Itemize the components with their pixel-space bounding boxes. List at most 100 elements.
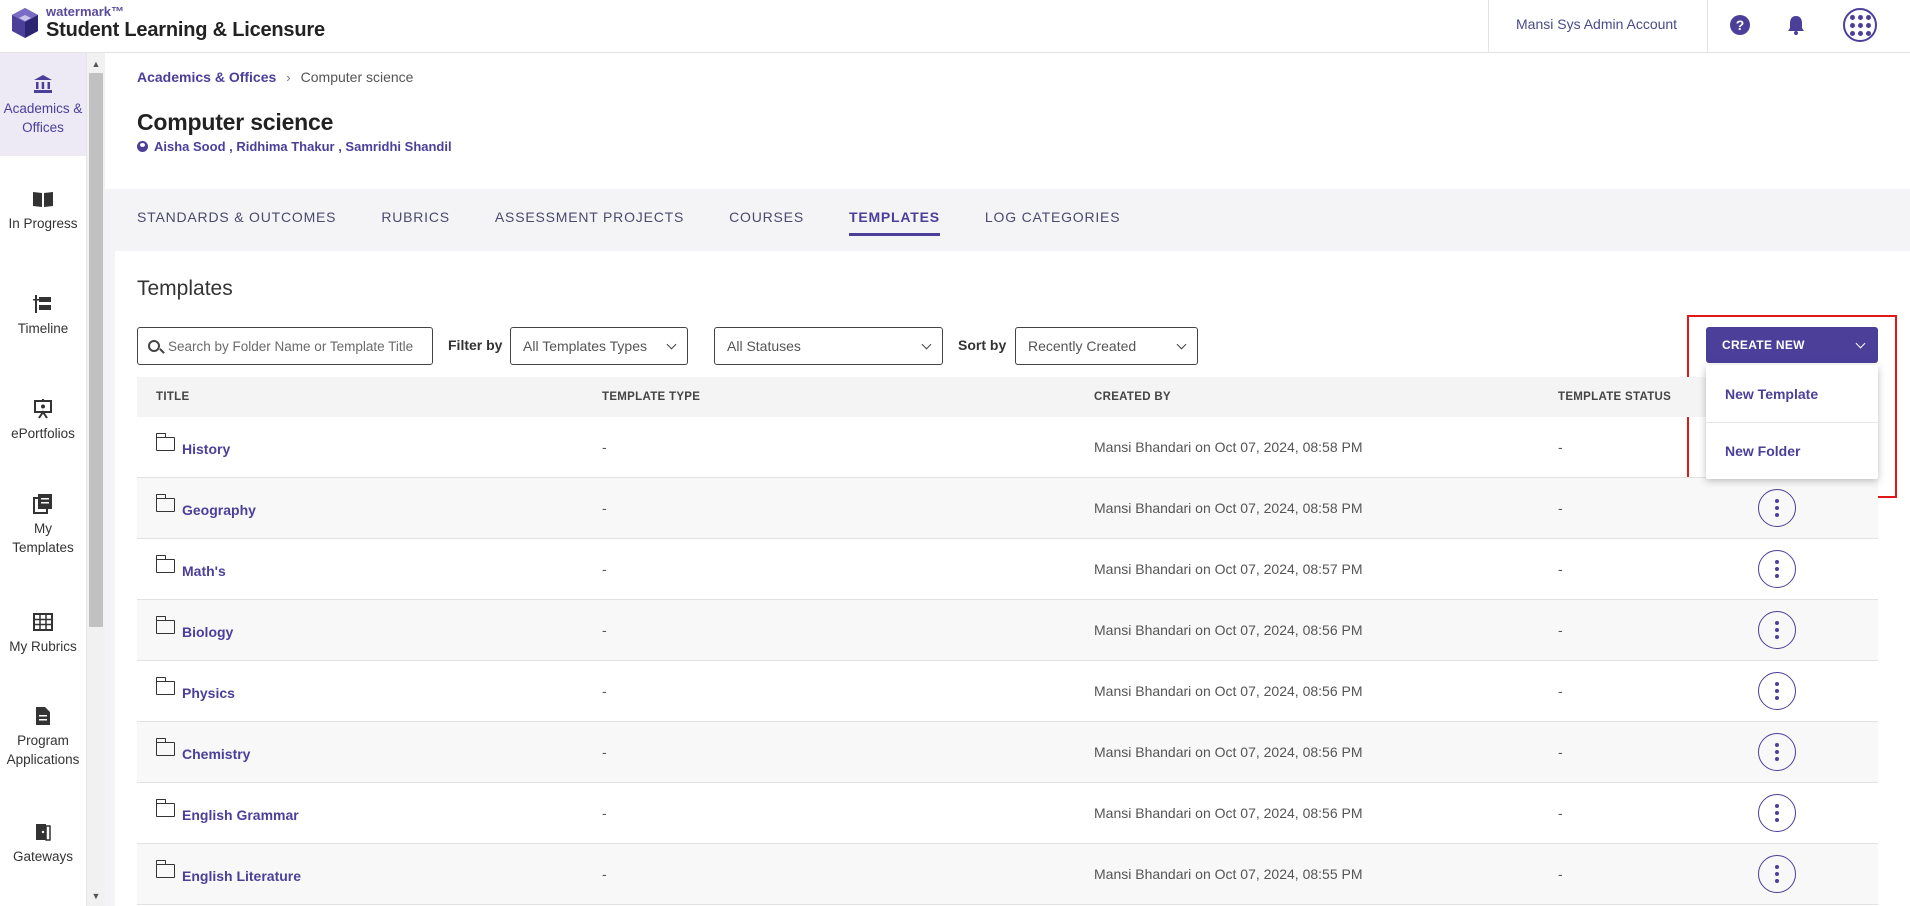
- folder-link[interactable]: Physics: [182, 685, 235, 701]
- created-by-cell: Mansi Bhandari on Oct 07, 2024, 08:56 PM: [1094, 805, 1363, 821]
- section-tabs: STANDARDS & OUTCOMES RUBRICS ASSESSMENT …: [137, 209, 1165, 236]
- folder-link[interactable]: Chemistry: [182, 746, 250, 762]
- help-icon: ?: [1730, 15, 1750, 35]
- sidebar-item-my-templates[interactable]: My Templates: [0, 493, 86, 557]
- create-new-button[interactable]: CREATE NEW: [1706, 327, 1878, 363]
- created-by-cell: Mansi Bhandari on Oct 07, 2024, 08:55 PM: [1094, 866, 1363, 882]
- more-options-icon[interactable]: [1758, 794, 1796, 832]
- scroll-up-arrow-icon[interactable]: ▲: [90, 58, 102, 70]
- institution-icon: [32, 73, 54, 95]
- menu-item-new-folder[interactable]: New Folder: [1706, 422, 1878, 479]
- app-logo[interactable]: watermark™ Student Learning & Licensure: [10, 5, 325, 40]
- template-status-cell: -: [1558, 805, 1563, 821]
- breadcrumb-separator: ›: [286, 69, 291, 85]
- template-type-cell: -: [602, 744, 607, 760]
- sidebar-item-timeline[interactable]: Timeline: [0, 293, 86, 338]
- table-body: History - Mansi Bhandari on Oct 07, 2024…: [137, 417, 1878, 905]
- more-options-icon[interactable]: [1758, 611, 1796, 649]
- tab-courses[interactable]: COURSES: [729, 209, 804, 236]
- sidebar-item-label: Gateways: [12, 849, 74, 864]
- sidebar-item-gateways[interactable]: Gateways: [0, 821, 86, 866]
- main-content: Academics & Offices › Computer science C…: [105, 53, 1910, 906]
- template-type-cell: -: [602, 500, 607, 516]
- folder-icon: [155, 799, 175, 817]
- scroll-down-arrow-icon[interactable]: ▼: [90, 890, 102, 902]
- sidebar-nav: Academics & Offices In Progress Timeline…: [0, 53, 87, 906]
- sort-label: Sort by: [958, 337, 1007, 353]
- filter-label: Filter by: [448, 337, 503, 353]
- tab-log-categories[interactable]: LOG CATEGORIES: [985, 209, 1120, 236]
- create-new-menu: New Template New Folder: [1706, 365, 1878, 479]
- sort-select[interactable]: Recently Created: [1015, 327, 1198, 365]
- table-row: Biology - Mansi Bhandari on Oct 07, 2024…: [137, 600, 1878, 661]
- table-row: Chemistry - Mansi Bhandari on Oct 07, 20…: [137, 722, 1878, 783]
- book-open-icon: [32, 188, 54, 210]
- folder-link[interactable]: English Literature: [182, 868, 301, 884]
- divider: [1488, 0, 1489, 53]
- tab-assessment-projects[interactable]: ASSESSMENT PROJECTS: [495, 209, 684, 236]
- watermark-logo-icon: [10, 6, 40, 40]
- owners-names[interactable]: Aisha Sood , Ridhima Thakur , Samridhi S…: [154, 139, 452, 154]
- status-filter-value: All Statuses: [727, 338, 801, 354]
- folder-link[interactable]: Math's: [182, 563, 226, 579]
- column-header-title: TITLE: [156, 391, 190, 403]
- sidebar-item-label: Program Applications: [6, 733, 80, 767]
- door-icon: [32, 821, 54, 843]
- sidebar-item-eportfolios[interactable]: ePortfolios: [0, 398, 86, 443]
- search-icon: [148, 340, 160, 352]
- sidebar-item-my-rubrics[interactable]: My Rubrics: [0, 611, 86, 656]
- table-row: Math's - Mansi Bhandari on Oct 07, 2024,…: [137, 539, 1878, 600]
- folder-icon: [155, 616, 175, 634]
- template-status-cell: -: [1558, 744, 1563, 760]
- sidebar-item-label: Academics & Offices: [3, 101, 83, 135]
- folder-icon: [155, 555, 175, 573]
- folder-link[interactable]: Geography: [182, 502, 256, 518]
- template-status-cell: -: [1558, 866, 1563, 882]
- template-type-filter[interactable]: All Templates Types: [510, 327, 688, 365]
- folder-icon: [155, 860, 175, 878]
- user-circle-icon: [137, 141, 148, 152]
- more-options-icon[interactable]: [1758, 489, 1796, 527]
- search-input[interactable]: [168, 338, 418, 354]
- table-row: Physics - Mansi Bhandari on Oct 07, 2024…: [137, 661, 1878, 722]
- brand-small-text: watermark™: [46, 4, 125, 19]
- more-options-icon[interactable]: [1758, 672, 1796, 710]
- more-options-icon[interactable]: [1758, 855, 1796, 893]
- folder-link[interactable]: English Grammar: [182, 807, 299, 823]
- status-filter[interactable]: All Statuses: [714, 327, 943, 365]
- folder-icon: [155, 677, 175, 695]
- folder-link[interactable]: History: [182, 441, 230, 457]
- brand-name: Student Learning & Licensure: [46, 19, 325, 41]
- created-by-cell: Mansi Bhandari on Oct 07, 2024, 08:56 PM: [1094, 683, 1363, 699]
- template-type-cell: -: [602, 866, 607, 882]
- templates-icon: [32, 493, 54, 515]
- template-type-cell: -: [602, 683, 607, 699]
- menu-item-new-template[interactable]: New Template: [1706, 365, 1878, 422]
- sidebar-item-academics-offices[interactable]: Academics & Offices: [0, 53, 86, 156]
- help-button[interactable]: ?: [1727, 12, 1753, 38]
- sidebar-item-label: ePortfolios: [11, 426, 75, 441]
- breadcrumb-link-academics[interactable]: Academics & Offices: [137, 69, 276, 85]
- apps-menu-button[interactable]: [1843, 8, 1877, 42]
- sidebar-scroll-thumb[interactable]: [89, 73, 103, 627]
- column-header-created-by: CREATED BY: [1094, 391, 1171, 403]
- apps-grid-icon: [1843, 8, 1877, 42]
- tab-templates[interactable]: TEMPLATES: [848, 209, 940, 236]
- tab-rubrics[interactable]: RUBRICS: [381, 209, 450, 236]
- tab-standards-outcomes[interactable]: STANDARDS & OUTCOMES: [137, 209, 336, 236]
- sidebar-item-in-progress[interactable]: In Progress: [0, 188, 86, 233]
- table-row: English Literature - Mansi Bhandari on O…: [137, 844, 1878, 905]
- folder-link[interactable]: Biology: [182, 624, 233, 640]
- more-options-icon[interactable]: [1758, 550, 1796, 588]
- chevron-down-icon: [1855, 338, 1866, 348]
- search-box[interactable]: [137, 327, 433, 365]
- table-row: Geography - Mansi Bhandari on Oct 07, 20…: [137, 478, 1878, 539]
- more-options-icon[interactable]: [1758, 733, 1796, 771]
- sidebar-item-program-applications[interactable]: Program Applications: [0, 705, 86, 769]
- notifications-button[interactable]: [1783, 12, 1809, 38]
- account-switcher[interactable]: Mansi Sys Admin Account: [1516, 16, 1677, 32]
- template-status-cell: -: [1558, 622, 1563, 638]
- chevron-down-icon: [921, 339, 932, 349]
- sort-select-value: Recently Created: [1028, 338, 1137, 354]
- bell-icon: [1788, 16, 1804, 35]
